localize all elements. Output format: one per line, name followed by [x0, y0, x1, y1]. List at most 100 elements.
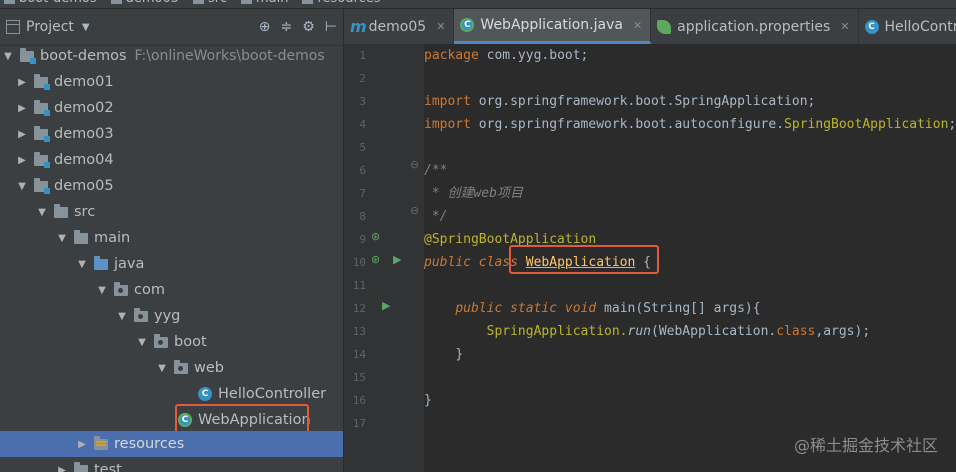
code-text: com.yyg.boot; [478, 48, 589, 63]
breadcrumb-label: main [256, 0, 288, 6]
tab-demo05[interactable]: m demo05 ✕ [344, 9, 455, 44]
code-line: } [424, 343, 463, 366]
tree-item-demo02[interactable]: ▶ demo02 [0, 95, 343, 121]
tab-webapplication-java[interactable]: C WebApplication.java ✕ [454, 9, 652, 44]
collapse-all-icon[interactable]: ≑ [281, 19, 293, 35]
code-line: } [424, 389, 432, 412]
tree-item-label: demo01 [54, 74, 114, 90]
tree-item-demo03[interactable]: ▶ demo03 [0, 121, 343, 147]
tree-item-label: web [194, 360, 224, 376]
expanded-arrow-icon[interactable]: ▼ [154, 363, 170, 374]
run-icon[interactable]: ▶ [382, 299, 390, 312]
tab-label: demo05 [368, 18, 427, 35]
java-class-icon: C [198, 387, 212, 401]
expanded-arrow-icon[interactable]: ▼ [134, 337, 150, 348]
tree-item-boot[interactable]: ▼ boot [0, 329, 343, 355]
folder-icon [110, 0, 122, 4]
breadcrumb-label: demo05 [126, 0, 179, 6]
editor-gutter: 1 2 3 4 5 6 7 8 9 10 11 12 13 14 15 16 1… [344, 44, 424, 472]
collapsed-arrow-icon[interactable]: ▶ [14, 129, 30, 140]
resources-folder-icon [94, 435, 108, 450]
tree-item-com[interactable]: ▼ com [0, 277, 343, 303]
expanded-arrow-icon[interactable]: ▼ [34, 207, 50, 218]
project-view-selector[interactable]: Project [26, 19, 74, 35]
navigation-breadcrumb: boot-demos demo05 src main resources [0, 0, 956, 9]
tree-item-label: boot [174, 334, 207, 350]
chevron-down-icon[interactable]: ▼ [82, 22, 90, 33]
tree-item-demo04[interactable]: ▶ demo04 [0, 147, 343, 173]
folder-icon [4, 0, 15, 4]
tree-item-label: demo02 [54, 100, 114, 116]
tree-item-label: demo05 [54, 178, 114, 194]
expanded-arrow-icon[interactable]: ▼ [14, 181, 30, 192]
code-editor[interactable]: package com.yyg.boot; import org.springf… [424, 44, 956, 472]
tree-item-test[interactable]: ▶ test [0, 457, 343, 472]
breadcrumb-item[interactable]: demo05 [110, 0, 179, 6]
line-number: 11 [352, 279, 366, 292]
code-text: main(String[] args){ [604, 301, 761, 316]
package-icon [114, 281, 128, 296]
tab-application-properties[interactable]: application.properties ✕ [651, 9, 859, 44]
package-icon [154, 333, 168, 348]
spring-bean-gutter-icon[interactable]: ⊛ [371, 253, 380, 266]
line-number: 15 [352, 371, 366, 384]
run-icon[interactable]: ▶ [393, 253, 401, 266]
editor-tab-bar: m demo05 ✕ C WebApplication.java ✕ appli… [344, 9, 956, 45]
tree-item-demo01[interactable]: ▶ demo01 [0, 69, 343, 95]
tree-item-java[interactable]: ▼ java [0, 251, 343, 277]
tree-item-src[interactable]: ▼ src [0, 199, 343, 225]
tree-item-boot-demos[interactable]: ▼ boot-demos F:\onlineWorks\boot-demos [0, 43, 343, 69]
doc-comment: /** [424, 163, 448, 178]
spring-class-icon: C [460, 18, 475, 32]
breadcrumb-label: boot-demos [19, 0, 97, 6]
close-icon[interactable]: ✕ [840, 20, 849, 33]
code-line: */ [424, 205, 448, 228]
line-number: 10 [352, 256, 366, 269]
tree-item-yyg[interactable]: ▼ yyg [0, 303, 343, 329]
collapsed-arrow-icon[interactable]: ▶ [14, 77, 30, 88]
tree-item-web[interactable]: ▼ web [0, 355, 343, 381]
module-folder-icon [34, 125, 50, 142]
breadcrumb-item[interactable]: boot-demos [4, 0, 97, 6]
close-icon[interactable]: ✕ [436, 20, 445, 33]
fold-marker-icon[interactable]: ⊖ [410, 204, 419, 217]
breadcrumb-item[interactable]: resources [302, 0, 381, 6]
collapsed-arrow-icon[interactable]: ▶ [74, 439, 90, 450]
expanded-arrow-icon[interactable]: ▼ [94, 285, 110, 296]
folder-icon [54, 203, 68, 218]
project-window-icon [6, 20, 20, 34]
breadcrumb-item[interactable]: src [193, 0, 227, 6]
breadcrumb-label: src [208, 0, 227, 6]
expanded-arrow-icon[interactable]: ▼ [74, 259, 90, 270]
settings-gear-icon[interactable]: ⚙ [302, 19, 315, 35]
tree-item-main[interactable]: ▼ main [0, 225, 343, 251]
line-number: 7 [359, 187, 366, 200]
fold-marker-icon[interactable]: ⊖ [410, 158, 419, 171]
package-icon [174, 359, 188, 374]
expanded-arrow-icon[interactable]: ▼ [54, 233, 70, 244]
code-text: SpringBootApplication [784, 117, 949, 132]
code-line: import org.springframework.boot.SpringAp… [424, 90, 815, 113]
collapsed-arrow-icon[interactable]: ▶ [14, 155, 30, 166]
line-number: 4 [359, 118, 366, 131]
source-folder-icon [94, 255, 108, 270]
collapsed-arrow-icon[interactable]: ▶ [14, 103, 30, 114]
code-line: /** [424, 159, 447, 182]
tab-label: application.properties [677, 18, 831, 35]
tree-item-label: java [114, 256, 145, 272]
tab-hellocontroller[interactable]: C HelloController.ja [859, 9, 956, 44]
collapsed-arrow-icon[interactable]: ▶ [54, 465, 70, 472]
expanded-arrow-icon[interactable]: ▼ [0, 51, 16, 62]
keyword: public [455, 301, 503, 316]
scroll-from-source-icon[interactable]: ⊕ [259, 19, 271, 35]
breadcrumb-item[interactable]: main [241, 0, 288, 6]
expanded-arrow-icon[interactable]: ▼ [114, 311, 130, 322]
tree-item-label: boot-demos [40, 48, 127, 64]
tree-item-demo05[interactable]: ▼ demo05 [0, 173, 343, 199]
hide-panel-icon[interactable]: ⊢ [325, 19, 337, 35]
code-text: SpringApplication. [486, 324, 628, 339]
spring-bean-gutter-icon[interactable]: ⊛ [371, 230, 380, 243]
tree-item-resources[interactable]: ▶ resources [0, 431, 343, 457]
close-icon[interactable]: ✕ [633, 19, 642, 32]
line-number: 16 [352, 394, 366, 407]
